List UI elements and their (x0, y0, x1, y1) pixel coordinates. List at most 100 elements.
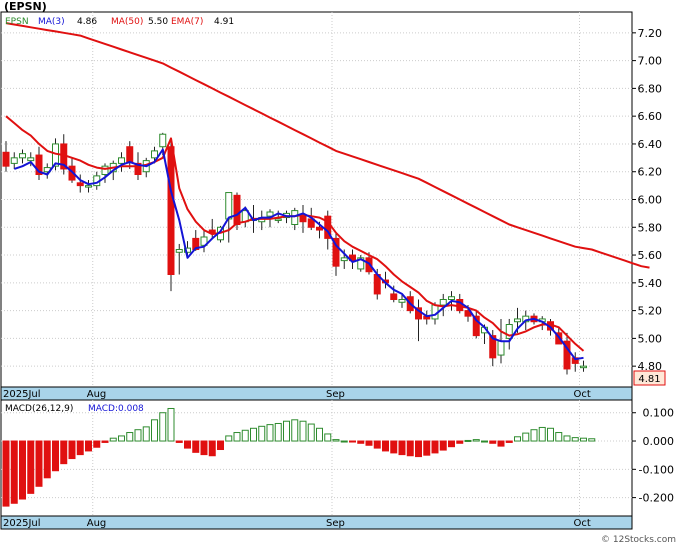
candle-body (448, 296, 455, 301)
macd-bar (390, 440, 398, 454)
price-y-axis: 4.805.005.205.405.605.806.006.206.406.60… (632, 27, 662, 373)
macd-bar (142, 426, 150, 442)
price-y-tick-label: 5.00 (638, 332, 663, 345)
legend-ma3-value: 4.86 (77, 17, 97, 27)
macd-bar (431, 440, 439, 454)
stock-chart: 4.805.005.205.405.605.806.006.206.406.60… (0, 0, 676, 545)
macd-bar (406, 440, 414, 457)
macd-bar (76, 440, 84, 456)
candle-body (580, 365, 587, 369)
macd-bar (439, 440, 447, 451)
candle-body (233, 194, 241, 225)
macd-bar (134, 429, 142, 442)
macd-bar (448, 440, 455, 448)
candle-body (390, 293, 398, 301)
legend-ma50-label: MA(50) (111, 17, 143, 27)
macd-bar (93, 440, 101, 448)
macd-bar (324, 433, 332, 442)
candle-body (340, 257, 348, 262)
macd-bar (217, 440, 224, 451)
macd-bar (538, 426, 546, 442)
macd-bar (258, 425, 266, 442)
candle-body (439, 299, 447, 306)
macd-bar (68, 440, 76, 460)
macd-bar (291, 419, 299, 442)
macd-bar (489, 440, 497, 444)
macd-bar (159, 412, 167, 442)
macd-y-tick-label: -0.100 (639, 463, 674, 476)
price-y-tick-label: 7.20 (638, 27, 663, 40)
macd-bar (481, 440, 488, 443)
candle-body (85, 185, 92, 188)
price-y-tick-label: 5.20 (638, 305, 663, 318)
candle-body (159, 133, 167, 148)
price-y-tick-label: 5.80 (638, 221, 663, 234)
macd-bar (184, 440, 191, 449)
macd-bar (423, 440, 431, 456)
macd-bar (555, 432, 563, 442)
macd-bar (233, 432, 241, 442)
macd-bar (316, 427, 323, 442)
candle-body (274, 218, 282, 221)
macd-bar (167, 407, 175, 442)
macd-y-tick-label: 0.100 (643, 407, 675, 420)
macd-bar (35, 440, 43, 487)
macd-bar (332, 439, 340, 442)
candle-body (175, 249, 183, 253)
macd-bar (505, 440, 513, 443)
candle-body (10, 157, 18, 164)
macd-bar (382, 440, 389, 452)
macd-bar (151, 419, 158, 442)
candle (357, 255, 365, 272)
macd-bar (530, 429, 538, 442)
candle-body (118, 157, 125, 164)
macd-bar (241, 429, 249, 442)
candle-body (225, 192, 233, 220)
macd-bar (10, 440, 18, 504)
price-y-tick-label: 7.00 (638, 55, 663, 68)
candle-body (19, 153, 26, 159)
footer-watermark: © 12Stocks.com (601, 535, 676, 545)
macd-bar (109, 437, 117, 442)
macd-bar (522, 432, 530, 442)
candle-body (497, 340, 505, 356)
candle-body (398, 299, 406, 303)
candle-body (101, 165, 109, 176)
last-price-label: 4.81 (638, 374, 660, 385)
candle (167, 141, 175, 292)
macd-bar (373, 440, 381, 449)
macd-legend-value: MACD:0.008 (88, 404, 144, 414)
macd-bar (27, 440, 35, 494)
date-axis-label: Oct (574, 518, 591, 529)
date-axis-label: 2025Jul (3, 389, 41, 400)
date-axis-label: Aug (87, 389, 107, 400)
macd-bar (514, 436, 521, 442)
macd-y-tick-label: 0.000 (643, 435, 675, 448)
macd-bar (497, 440, 505, 447)
price-y-tick-label: 5.60 (638, 249, 663, 262)
candle-body (299, 215, 307, 223)
macd-bar (225, 435, 233, 442)
macd-bar (2, 440, 10, 507)
date-axis-label: Sep (326, 389, 345, 400)
candle-body (126, 146, 134, 163)
macd-bar (118, 435, 125, 442)
symbol-title: (EPSN) (4, 0, 47, 13)
macd-bar (208, 440, 216, 457)
price-y-tick-label: 6.00 (638, 194, 663, 207)
macd-bar (175, 440, 183, 443)
date-axis-label: Aug (87, 518, 107, 529)
macd-bar (43, 440, 51, 479)
price-y-tick-label: 6.60 (638, 110, 663, 123)
macd-bar (580, 437, 587, 442)
legend-ema7-value: 4.91 (214, 17, 234, 27)
price-y-tick-label: 6.80 (638, 82, 663, 95)
macd-bar (415, 440, 422, 458)
candle-body (167, 146, 175, 276)
macd-bar (472, 439, 480, 442)
macd-bar (299, 420, 307, 442)
legend-ma3-label: MA(3) (38, 17, 65, 27)
legend-symbol: EPSN (5, 17, 29, 27)
macd-bar (52, 440, 59, 472)
candle-body (514, 318, 521, 323)
